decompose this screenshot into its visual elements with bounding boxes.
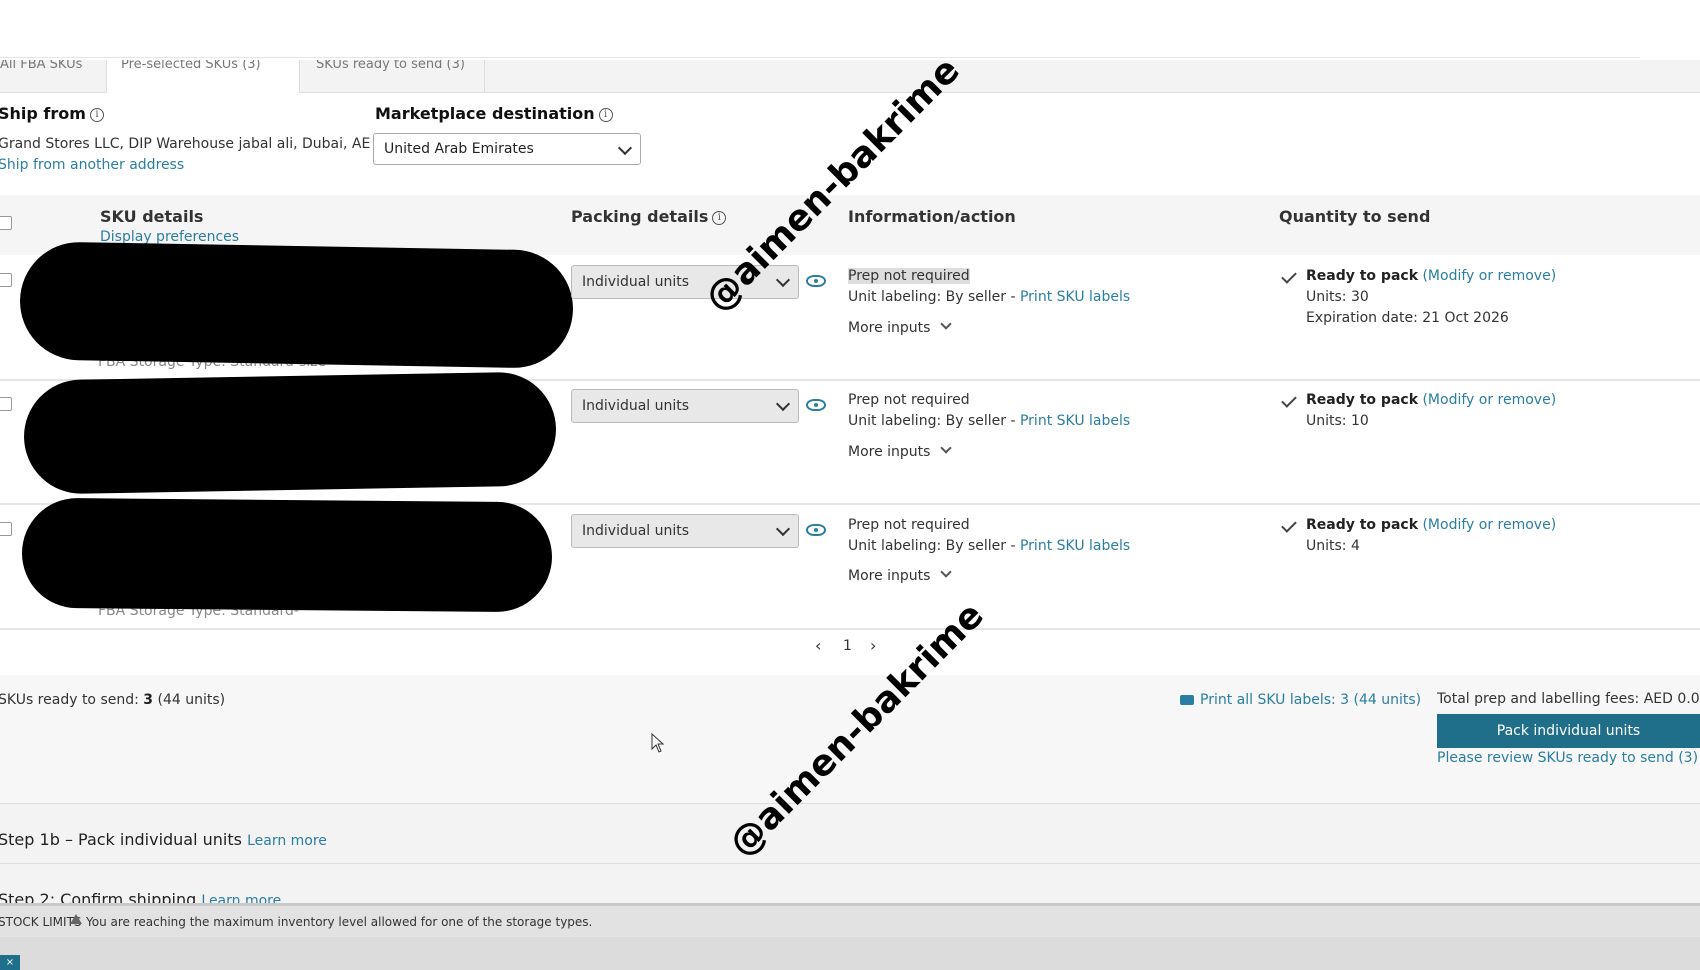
print-sku-labels-link[interactable]: Print SKU labels: [1020, 538, 1130, 554]
modify-remove-link[interactable]: (Modify or remove): [1422, 517, 1556, 533]
chevron-down-icon: [775, 272, 791, 288]
packing-select[interactable]: Individual units: [571, 514, 799, 548]
row-checkbox[interactable]: [0, 522, 12, 536]
tab-pre-selected-skus[interactable]: Pre-selected SKUs (3): [106, 60, 300, 93]
print-sku-labels-link[interactable]: Print SKU labels: [1020, 413, 1130, 429]
ready-status: Ready to pack (Modify or remove): [1306, 517, 1557, 533]
learn-more-link[interactable]: Learn more: [247, 833, 327, 849]
chevron-down-icon: [940, 318, 953, 330]
chevron-down-icon: [775, 396, 791, 412]
bottom-bar: [0, 937, 1700, 970]
tab-all-fba-skus[interactable]: All FBA SKUs: [0, 60, 105, 92]
learn-more-link[interactable]: Learn more: [201, 893, 281, 903]
row-checkbox[interactable]: [0, 397, 12, 411]
pack-individual-units-button[interactable]: Pack individual units: [1437, 714, 1700, 748]
units-value: Units: 10: [1306, 413, 1369, 429]
col-sku-details: SKU details: [100, 207, 204, 226]
skus-ready-summary: SKUs ready to send: 3 (44 units): [0, 692, 226, 708]
step-1b-title: Step 1b – Pack individual units Learn mo…: [0, 830, 327, 849]
check-icon: [1281, 268, 1297, 284]
more-inputs-toggle[interactable]: More inputs: [848, 442, 953, 460]
redacted-sku-image: [23, 371, 557, 495]
select-all-checkbox[interactable]: [0, 216, 12, 230]
row-divider: [0, 628, 1700, 630]
stock-limits-message: You are reaching the maximum inventory l…: [86, 915, 593, 929]
pagination-page[interactable]: 1: [843, 638, 852, 654]
expiration-date: Expiration date: 21 Oct 2026: [1306, 310, 1509, 326]
chevron-down-icon: [617, 140, 633, 156]
marketplace-selected: United Arab Emirates: [384, 141, 534, 157]
chevron-down-icon: [940, 442, 953, 454]
packing-selected: Individual units: [582, 274, 690, 290]
check-icon: [1281, 392, 1297, 408]
ship-from-another-link[interactable]: Ship from another address: [0, 157, 184, 173]
chevron-down-icon: [775, 521, 791, 537]
ready-status: Ready to pack (Modify or remove): [1306, 268, 1557, 284]
close-button[interactable]: ×: [0, 955, 20, 970]
eye-icon[interactable]: [806, 524, 826, 536]
info-icon[interactable]: i: [712, 210, 727, 225]
pagination-prev[interactable]: ‹: [815, 636, 821, 655]
divider: [0, 57, 1640, 58]
prep-status: Prep not required: [848, 517, 970, 533]
marketplace-select[interactable]: United Arab Emirates: [373, 133, 641, 165]
print-all-sku-labels[interactable]: Print all SKU labels: 3 (44 units): [1180, 692, 1421, 708]
modify-remove-link[interactable]: (Modify or remove): [1422, 392, 1556, 408]
tab-label: All FBA SKUs: [0, 60, 83, 72]
top-blank-area: [0, 0, 1700, 58]
tab-skus-ready[interactable]: SKUs ready to send (3): [302, 60, 485, 92]
skus-ready-link[interactable]: SKUs ready to send (3): [1538, 750, 1698, 766]
ready-status: Ready to pack (Modify or remove): [1306, 392, 1557, 408]
marketplace-title: Marketplace destination i: [375, 104, 613, 123]
check-icon: [1281, 517, 1297, 533]
total-fees: Total prep and labelling fees: AED 0.0: [1437, 691, 1700, 707]
unit-labeling: Unit labeling: By seller - Print SKU lab…: [848, 538, 1131, 554]
more-inputs-toggle[interactable]: More inputs: [848, 318, 953, 336]
row-checkbox[interactable]: [0, 273, 12, 287]
packing-select[interactable]: Individual units: [571, 389, 799, 423]
chevron-down-icon: [940, 566, 953, 578]
ship-from-title: Ship from i: [0, 104, 104, 123]
col-quantity-to-send: Quantity to send: [1279, 207, 1431, 226]
more-inputs-toggle[interactable]: More inputs: [848, 566, 953, 584]
review-note: Please review SKUs ready to send (3): [1437, 750, 1699, 766]
packing-selected: Individual units: [582, 398, 690, 414]
col-packing-details: Packing details i: [571, 207, 727, 226]
printer-icon: [1180, 695, 1194, 705]
units-value: Units: 4: [1306, 538, 1360, 554]
packing-selected: Individual units: [582, 523, 690, 539]
pagination-next[interactable]: ›: [870, 636, 876, 655]
tab-label: Pre-selected SKUs (3): [121, 60, 261, 72]
redacted-sku-image: [19, 241, 574, 369]
eye-icon[interactable]: [806, 275, 826, 287]
col-information-action: Information/action: [848, 207, 1016, 226]
print-sku-labels-link[interactable]: Print SKU labels: [1020, 289, 1130, 305]
redacted-sku-image: [21, 497, 553, 613]
warning-icon: [70, 914, 82, 924]
info-icon[interactable]: i: [598, 107, 613, 122]
stock-limits-bar: STOCK LIMITS You are reaching the maximu…: [0, 903, 1700, 940]
tab-label: SKUs ready to send (3): [316, 60, 465, 72]
info-icon[interactable]: i: [89, 107, 104, 122]
units-value: Units: 30: [1306, 289, 1369, 305]
unit-labeling: Unit labeling: By seller - Print SKU lab…: [848, 289, 1131, 305]
modify-remove-link[interactable]: (Modify or remove): [1422, 268, 1556, 284]
unit-labeling: Unit labeling: By seller - Print SKU lab…: [848, 413, 1131, 429]
prep-status: Prep not required: [848, 268, 970, 284]
ship-from-address: Grand Stores LLC, DIP Warehouse jabal al…: [0, 136, 371, 152]
eye-icon[interactable]: [806, 399, 826, 411]
prep-status: Prep not required: [848, 392, 970, 408]
step-2-title: Step 2: Confirm shipping Learn more: [0, 890, 281, 903]
